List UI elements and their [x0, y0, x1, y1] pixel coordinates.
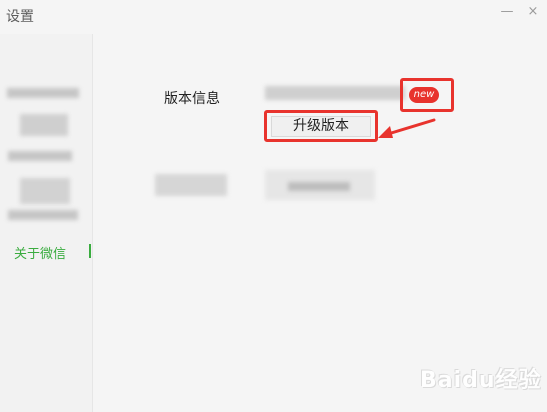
upgrade-version-button[interactable]: 升级版本: [271, 116, 371, 137]
blurred-sidebar-item[interactable]: [20, 114, 68, 136]
sidebar-selected-indicator: [89, 244, 91, 258]
new-badge: new: [409, 87, 439, 103]
close-icon[interactable]: ×: [526, 5, 540, 19]
watermark-logo: Baidu经验: [420, 368, 542, 393]
version-info-label: 版本信息: [164, 91, 220, 107]
sidebar-item-about-wechat[interactable]: 关于微信: [14, 243, 66, 262]
blurred-button-text: [288, 182, 350, 191]
blurred-sidebar-item[interactable]: [8, 151, 72, 161]
upgrade-button-highlight: 升级版本: [264, 110, 378, 142]
blurred-version-number: [265, 86, 405, 100]
blurred-sidebar-item[interactable]: [7, 88, 79, 98]
title-bar: 设置 — ×: [0, 0, 547, 34]
new-badge-highlight: new: [400, 78, 454, 112]
minimize-icon[interactable]: —: [500, 5, 514, 19]
window-title: 设置: [6, 9, 34, 25]
annotation-arrow-icon: [378, 118, 436, 138]
sidebar: [0, 34, 93, 412]
blurred-sidebar-item[interactable]: [8, 210, 78, 220]
blurred-sidebar-item[interactable]: [20, 178, 70, 204]
blurred-label: [155, 174, 227, 196]
